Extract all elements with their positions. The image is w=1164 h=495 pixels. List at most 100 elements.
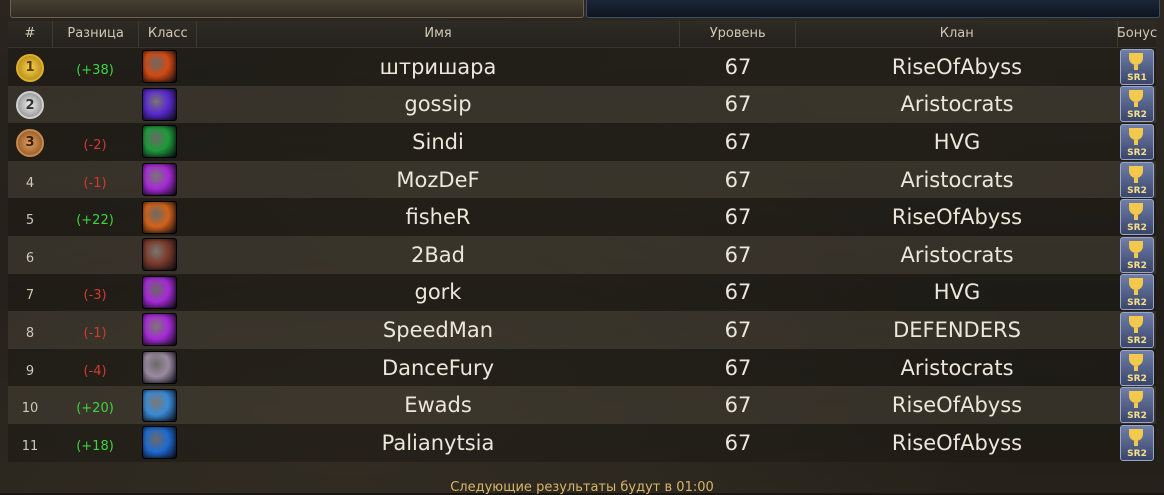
trophy-bonus-icon[interactable]: SR2 bbox=[1120, 274, 1154, 311]
bonus-cell: SR2 bbox=[1118, 424, 1156, 461]
player-name[interactable]: DanceFury bbox=[196, 356, 680, 380]
trophy-bonus-icon[interactable]: SR2 bbox=[1120, 424, 1154, 461]
player-level: 67 bbox=[724, 54, 752, 79]
rank-number: 11 bbox=[8, 431, 52, 455]
table-header: # Разница Класс Имя Уровень Клан Бонус bbox=[8, 21, 1157, 48]
player-level: 67 bbox=[724, 205, 752, 230]
player-clan[interactable]: Aristocrats bbox=[796, 168, 1118, 192]
class-icon bbox=[142, 125, 177, 159]
bonus-cell: SR2 bbox=[1118, 199, 1156, 236]
bonus-label: SR2 bbox=[1127, 260, 1147, 271]
trophy-bonus-icon[interactable]: SR2 bbox=[1120, 349, 1154, 386]
trophy-icon bbox=[1129, 315, 1143, 333]
player-level: 67 bbox=[724, 430, 752, 455]
player-name[interactable]: штришара bbox=[196, 55, 680, 79]
rank-diff-cell: (-4) bbox=[52, 356, 138, 380]
player-level: 67 bbox=[724, 242, 752, 267]
trophy-bonus-icon[interactable]: SR1 bbox=[1120, 48, 1154, 85]
trophy-bonus-icon[interactable]: SR2 bbox=[1120, 199, 1154, 236]
player-name[interactable]: SpeedMan bbox=[196, 318, 680, 342]
player-clan[interactable]: RiseOfAbyss bbox=[796, 431, 1118, 455]
table-row[interactable]: 1 (+38) штришара 67 RiseOfAbyss SR1 bbox=[8, 48, 1156, 86]
trophy-bonus-icon[interactable]: SR2 bbox=[1120, 123, 1154, 160]
bonus-label: SR2 bbox=[1127, 373, 1147, 384]
player-level: 67 bbox=[724, 92, 752, 117]
player-clan[interactable]: RiseOfAbyss bbox=[796, 205, 1118, 229]
table-row[interactable]: 3 (-2) Sindi 67 HVG SR2 bbox=[8, 123, 1156, 161]
trophy-bonus-icon[interactable]: SR2 bbox=[1120, 86, 1154, 123]
rank-number: 9 bbox=[8, 356, 52, 380]
class-icon bbox=[142, 426, 177, 460]
header-num[interactable]: # bbox=[8, 21, 52, 47]
player-level: 67 bbox=[724, 129, 752, 154]
trophy-bonus-icon[interactable]: SR2 bbox=[1120, 161, 1154, 198]
player-clan[interactable]: HVG bbox=[796, 130, 1118, 154]
trophy-bonus-icon[interactable]: SR2 bbox=[1120, 236, 1154, 273]
header-diff[interactable]: Разница bbox=[51, 21, 139, 47]
table-row[interactable]: 2 gossip 67 Aristocrats SR2 bbox=[8, 85, 1156, 124]
bonus-cell: SR1 bbox=[1118, 48, 1156, 85]
rank-number: 8 bbox=[8, 318, 52, 342]
player-level: 67 bbox=[724, 317, 752, 342]
rank-number-text: 7 bbox=[25, 288, 35, 304]
player-clan[interactable]: HVG bbox=[796, 280, 1118, 304]
player-name[interactable]: Ewads bbox=[196, 393, 680, 417]
trophy-icon bbox=[1129, 391, 1143, 409]
trophy-icon bbox=[1129, 52, 1143, 70]
player-name[interactable]: fisheR bbox=[196, 205, 680, 229]
table-row[interactable]: 4 (-1) MozDeF 67 Aristocrats SR2 bbox=[8, 160, 1156, 199]
player-name[interactable]: MozDeF bbox=[196, 168, 680, 192]
header-name[interactable]: Имя bbox=[196, 21, 679, 47]
class-icon bbox=[142, 388, 177, 422]
header-level[interactable]: Уровень bbox=[678, 21, 795, 47]
header-clan[interactable]: Клан bbox=[795, 21, 1117, 47]
table-row[interactable]: 5 (+22) fisheR 67 RiseOfAbyss SR2 bbox=[8, 198, 1156, 236]
bonus-cell: SR2 bbox=[1118, 274, 1156, 311]
rank-medal-icon: 1 bbox=[8, 52, 52, 82]
table-row[interactable]: 11 (+18) Palianytsia 67 RiseOfAbyss SR2 bbox=[8, 423, 1156, 462]
trophy-bonus-icon[interactable]: SR2 bbox=[1120, 387, 1154, 424]
rank-diff: (+22) bbox=[76, 213, 114, 229]
player-name[interactable]: 2Bad bbox=[196, 243, 680, 267]
header-class[interactable]: Класс bbox=[138, 21, 196, 47]
player-name[interactable]: gossip bbox=[196, 92, 680, 116]
rank-diff-cell: (-2) bbox=[52, 130, 138, 154]
player-level: 67 bbox=[724, 355, 752, 380]
rank-number-text: 5 bbox=[25, 213, 35, 229]
player-clan[interactable]: RiseOfAbyss bbox=[796, 393, 1118, 417]
rank-number-text: 4 bbox=[25, 175, 35, 191]
tab-bar bbox=[0, 0, 1164, 18]
player-clan[interactable]: Aristocrats bbox=[796, 243, 1118, 267]
bonus-cell: SR2 bbox=[1118, 123, 1156, 160]
class-cell bbox=[138, 388, 196, 422]
table-row[interactable]: 9 (-4) DanceFury 67 Aristocrats SR2 bbox=[8, 348, 1156, 387]
rank-number-text: 11 bbox=[21, 438, 39, 454]
tab-right[interactable] bbox=[586, 0, 1160, 18]
trophy-icon bbox=[1129, 90, 1143, 108]
tab-left[interactable] bbox=[10, 0, 584, 18]
player-clan[interactable]: RiseOfAbyss bbox=[796, 55, 1118, 79]
player-name[interactable]: gork bbox=[196, 280, 680, 304]
player-clan[interactable]: Aristocrats bbox=[796, 356, 1118, 380]
rank-number: 5 bbox=[8, 205, 52, 229]
rank-number-text: 9 bbox=[25, 363, 35, 379]
bonus-label: SR2 bbox=[1127, 147, 1147, 158]
table-body: 1 (+38) штришара 67 RiseOfAbyss SR1 2 gossip 67 A… bbox=[8, 48, 1156, 462]
table-row[interactable]: 6 2Bad 67 Aristocrats SR2 bbox=[8, 235, 1156, 274]
class-cell bbox=[138, 50, 196, 84]
rank-diff: (-2) bbox=[83, 137, 107, 153]
class-icon bbox=[142, 351, 177, 385]
class-icon bbox=[142, 313, 177, 347]
table-row[interactable]: 7 (-3) gork 67 HVG SR2 bbox=[8, 273, 1156, 312]
player-name[interactable]: Sindi bbox=[196, 130, 680, 154]
class-icon bbox=[142, 238, 177, 272]
table-row[interactable]: 8 (-1) SpeedMan 67 DEFENDERS SR2 bbox=[8, 311, 1156, 349]
table-row[interactable]: 10 (+20) Ewads 67 RiseOfAbyss SR2 bbox=[8, 386, 1156, 424]
player-clan[interactable]: DEFENDERS bbox=[796, 318, 1118, 342]
class-icon bbox=[142, 163, 177, 197]
trophy-bonus-icon[interactable]: SR2 bbox=[1120, 311, 1154, 348]
trophy-icon bbox=[1129, 240, 1143, 258]
player-clan[interactable]: Aristocrats bbox=[796, 92, 1118, 116]
player-name[interactable]: Palianytsia bbox=[196, 431, 680, 455]
header-bonus[interactable]: Бонус bbox=[1117, 21, 1157, 47]
